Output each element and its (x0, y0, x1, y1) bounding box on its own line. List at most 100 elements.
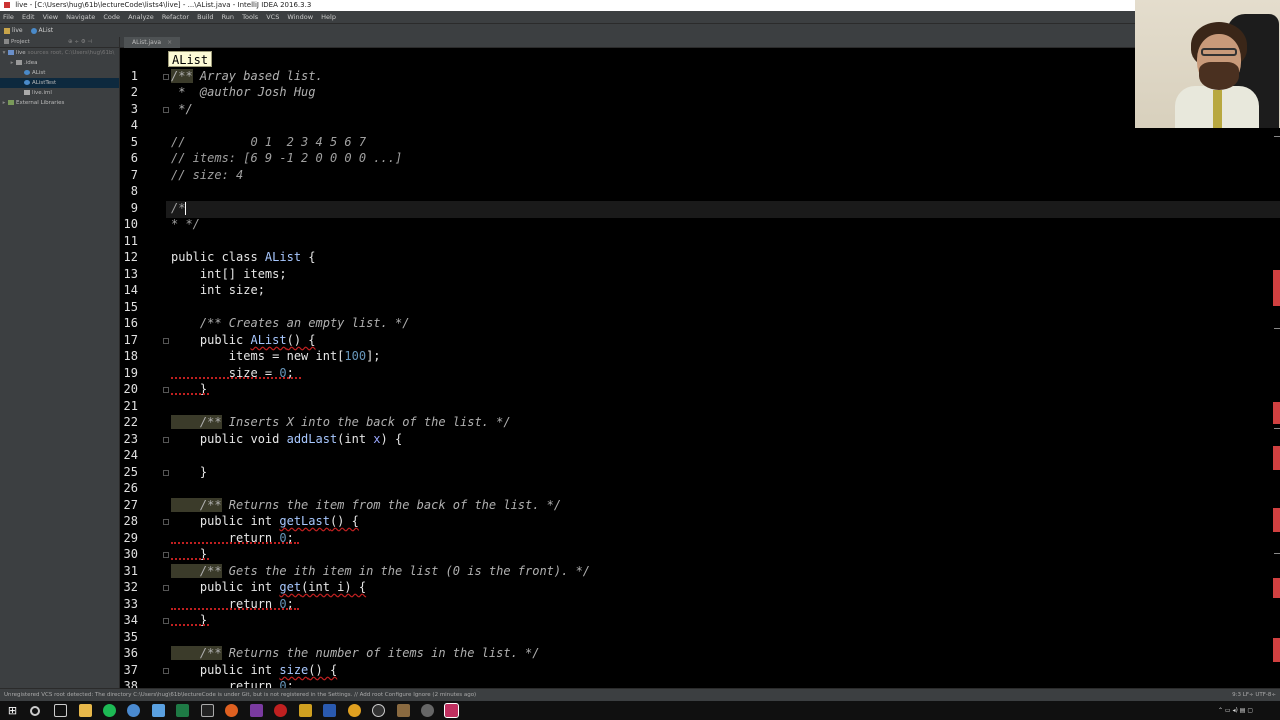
premiere-icon[interactable] (250, 704, 263, 717)
search-icon[interactable] (30, 706, 40, 716)
menu-bar: File Edit View Navigate Code Analyze Ref… (0, 11, 1280, 23)
line-number: 21 (123, 399, 138, 413)
tab-alist-java[interactable]: AList.java × (124, 37, 181, 48)
code-token: () { (329, 514, 359, 528)
word-icon[interactable] (323, 704, 336, 717)
webcam-glasses (1201, 48, 1237, 56)
fold-toggle-icon[interactable] (163, 107, 169, 113)
code-line-19: size = 0; (171, 365, 294, 382)
menu-window[interactable]: Window (284, 11, 316, 23)
menu-vcs[interactable]: VCS (263, 11, 282, 23)
line-number: 12 (123, 250, 138, 264)
line-number: 32 (123, 580, 138, 594)
terminal-icon[interactable] (201, 704, 214, 717)
tree-item-live-iml[interactable]: live.iml (0, 88, 119, 98)
menu-run[interactable]: Run (219, 11, 237, 23)
code-line-3: */ (171, 102, 193, 116)
menu-navigate[interactable]: Navigate (63, 11, 98, 23)
error-stripe-marker[interactable] (1273, 270, 1280, 306)
method-name-token: get (279, 580, 302, 594)
fold-toggle-icon[interactable] (163, 519, 169, 525)
menu-view[interactable]: View (40, 11, 61, 23)
menu-file[interactable]: File (0, 11, 17, 23)
fold-toggle-icon[interactable] (163, 338, 169, 344)
fold-toggle-icon[interactable] (163, 668, 169, 674)
fold-toggle-icon[interactable] (163, 552, 169, 558)
error-stripe-marker[interactable] (1273, 638, 1280, 662)
project-toolbar-icons[interactable]: ⊕ ÷ ⚙ ⊣ (68, 37, 92, 48)
steam-icon[interactable] (127, 704, 140, 717)
fold-toggle-icon[interactable] (163, 387, 169, 393)
chevron-down-icon[interactable]: ▾ (0, 48, 8, 58)
status-message[interactable]: Unregistered VCS root detected: The dire… (4, 692, 476, 698)
chevron-right-icon[interactable]: ▸ (0, 98, 8, 108)
fold-toggle-icon[interactable] (163, 585, 169, 591)
menu-analyze[interactable]: Analyze (125, 11, 157, 23)
tree-item-external-libraries[interactable]: ▸ External Libraries (0, 98, 119, 108)
windows-start-icon[interactable]: ⊞ (6, 704, 19, 717)
line-number: 19 (123, 366, 138, 380)
menu-refactor[interactable]: Refactor (159, 11, 192, 23)
error-stripe-marker[interactable] (1273, 446, 1280, 470)
app-icon[interactable] (225, 704, 238, 717)
menu-build[interactable]: Build (194, 11, 216, 23)
doc-comment-start: /** (171, 498, 222, 512)
error-stripe-marker[interactable] (1273, 578, 1280, 598)
menu-tools[interactable]: Tools (239, 11, 261, 23)
code-editor[interactable]: 1 2 3 4 5 6 7 8 9 10 11 12 13 14 15 16 1… (120, 48, 1280, 688)
breadcrumb-alist[interactable]: AList (30, 24, 54, 37)
code-token: ) { (380, 432, 403, 446)
spotify-icon[interactable] (103, 704, 116, 717)
line-number: 25 (123, 465, 138, 479)
menu-code[interactable]: Code (100, 11, 123, 23)
app-icon[interactable] (274, 704, 287, 717)
tree-item-live[interactable]: ▾ live sources root, C:\Users\hug\61b\ (0, 48, 119, 58)
chevron-right-icon[interactable]: ▸ (8, 58, 16, 68)
line-number: 14 (123, 283, 138, 297)
code-token: public class (171, 250, 265, 264)
doc-comment-start: /** (171, 415, 222, 429)
doc-comment-start: /** (171, 564, 222, 578)
navigation-bar: live AList (0, 23, 1280, 37)
code-line-30: } (171, 547, 208, 561)
number-literal: 0 (279, 679, 287, 688)
intellij-taskbar-icon[interactable] (444, 703, 459, 718)
status-position[interactable]: 9:3 LF÷ UTF-8÷ (1232, 689, 1276, 701)
code-token: public void (171, 432, 287, 446)
error-stripe-marker[interactable] (1273, 508, 1280, 532)
fold-toggle-icon[interactable] (163, 74, 169, 80)
file-explorer-icon[interactable] (79, 704, 92, 717)
app-icon[interactable] (152, 704, 165, 717)
code-line-5: // 0 1 2 3 4 5 6 7 (171, 135, 367, 149)
code-line-10: * */ (171, 217, 200, 231)
tree-item-idea[interactable]: ▸ .idea (0, 58, 119, 68)
app-icon[interactable] (421, 704, 434, 717)
menu-help[interactable]: Help (318, 11, 339, 23)
breadcrumb-live[interactable]: live (4, 24, 23, 37)
fold-toggle-icon[interactable] (163, 437, 169, 443)
app-icon[interactable] (299, 704, 312, 717)
stripe-tick (1274, 428, 1280, 429)
task-view-icon[interactable] (54, 704, 67, 717)
windows-taskbar: ⊞ ⌃ ▭ ◂) ▤ ▢ (0, 701, 1280, 720)
error-stripe-marker[interactable] (1273, 402, 1280, 424)
breadcrumb-label: AList (38, 27, 54, 34)
line-number: 17 (123, 333, 138, 347)
menu-edit[interactable]: Edit (19, 11, 38, 23)
system-tray[interactable]: ⌃ ▭ ◂) ▤ ▢ (1218, 701, 1253, 720)
tree-item-alist[interactable]: AList (0, 68, 119, 78)
fold-toggle-icon[interactable] (163, 470, 169, 476)
close-icon[interactable]: × (167, 39, 172, 46)
line-number: 8 (130, 184, 138, 198)
tree-item-alisttest[interactable]: AListTest (0, 78, 119, 88)
app-icon[interactable] (397, 704, 410, 717)
line-number: 5 (130, 135, 138, 149)
excel-icon[interactable] (176, 704, 189, 717)
app-icon[interactable] (372, 704, 385, 717)
tab-label: AList.java (132, 39, 162, 46)
stripe-tick (1274, 553, 1280, 554)
chrome-icon[interactable] (348, 704, 361, 717)
fold-toggle-icon[interactable] (163, 618, 169, 624)
code-token: ]; (366, 349, 381, 363)
project-panel-header[interactable]: Project ⊕ ÷ ⚙ ⊣ (0, 37, 119, 48)
